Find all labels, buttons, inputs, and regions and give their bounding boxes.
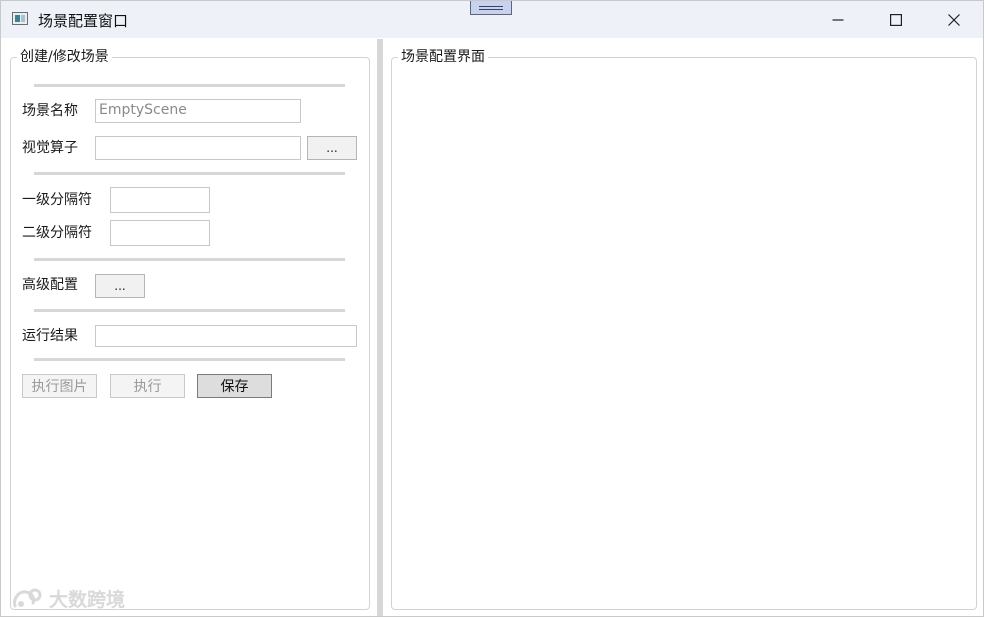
run-result-label: 运行结果 <box>22 328 78 344</box>
operator-input[interactable] <box>95 136 301 160</box>
close-button[interactable] <box>925 1 983 38</box>
operator-browse-button[interactable]: ... <box>307 136 357 160</box>
operator-label: 视觉算子 <box>22 140 78 156</box>
separator <box>34 172 345 175</box>
window-app-icon <box>12 12 28 25</box>
scene-edit-group-title: 创建/修改场景 <box>17 48 112 66</box>
minimize-button[interactable] <box>809 1 867 38</box>
watermark-logo-icon <box>13 588 42 607</box>
advanced-config-button[interactable]: ... <box>95 274 145 298</box>
separator <box>34 358 345 361</box>
drag-handle-icon[interactable] <box>470 1 512 15</box>
watermark-text: 大数跨境 <box>49 589 126 611</box>
separator <box>34 84 345 87</box>
run-button[interactable]: 执行 <box>110 374 185 398</box>
level1-separator-input[interactable] <box>110 187 210 213</box>
scene-name-input[interactable]: EmptyScene <box>95 99 301 123</box>
scene-config-group: 场景配置界面 <box>391 48 977 610</box>
separator <box>34 309 345 312</box>
title-bar[interactable]: 场景配置窗口 <box>1 1 983 38</box>
close-icon <box>948 13 960 26</box>
watermark: 大数跨境 <box>11 585 125 612</box>
minimize-icon <box>832 18 844 21</box>
scene-config-group-title: 场景配置界面 <box>398 48 488 66</box>
app-window: 场景配置窗口 创建/修改场景 场景名称 EmptyScene 视觉算子 ... … <box>0 0 984 617</box>
level2-separator-label: 二级分隔符 <box>22 225 92 241</box>
level1-separator-label: 一级分隔符 <box>22 192 92 208</box>
run-image-button[interactable]: 执行图片 <box>22 374 97 398</box>
window-title: 场景配置窗口 <box>38 12 129 30</box>
scene-name-label: 场景名称 <box>22 103 78 119</box>
panel-splitter[interactable] <box>377 39 383 616</box>
advanced-config-label: 高级配置 <box>22 277 78 293</box>
run-result-input[interactable] <box>95 325 357 347</box>
maximize-button[interactable] <box>867 1 925 38</box>
maximize-icon <box>890 13 902 26</box>
separator <box>34 258 345 261</box>
save-button[interactable]: 保存 <box>197 374 272 398</box>
level2-separator-input[interactable] <box>110 220 210 246</box>
